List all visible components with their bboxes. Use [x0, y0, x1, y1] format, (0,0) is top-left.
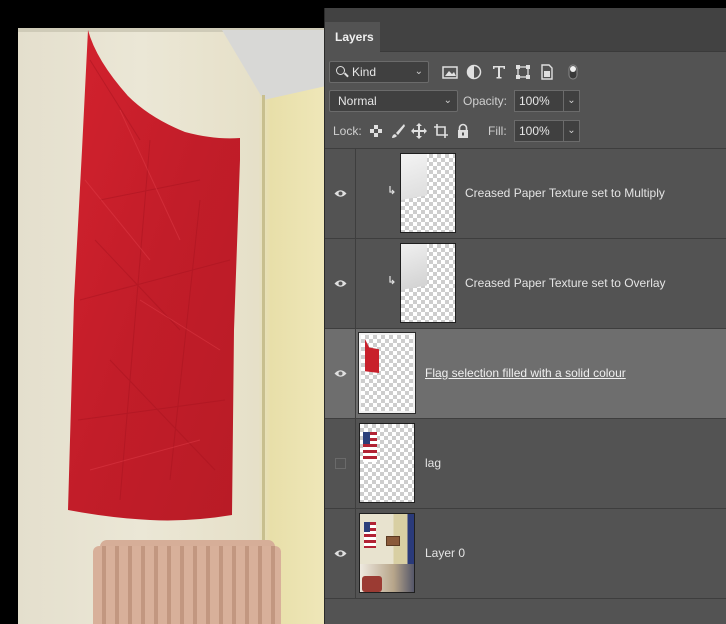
- lock-image-pixels-icon[interactable]: [390, 123, 406, 139]
- visibility-toggle[interactable]: [325, 509, 356, 599]
- eye-icon: [334, 280, 347, 287]
- layer-row[interactable]: lag: [325, 419, 726, 509]
- shape-filter-icon[interactable]: [515, 64, 531, 80]
- radiator: [93, 546, 281, 624]
- fill-slider-toggle[interactable]: ⌄: [564, 120, 580, 142]
- eye-icon: [334, 550, 347, 557]
- visibility-toggle[interactable]: [325, 419, 356, 509]
- lock-label: Lock:: [333, 124, 362, 138]
- clipping-mask-arrow-icon: [389, 276, 395, 285]
- pixel-filter-icon[interactable]: [442, 64, 458, 80]
- type-filter-icon[interactable]: [491, 64, 507, 80]
- chevron-down-icon: ⌄: [443, 95, 452, 106]
- lock-position-icon[interactable]: [411, 123, 427, 139]
- layer-name[interactable]: Creased Paper Texture set to Overlay: [465, 276, 666, 290]
- us-flag-thumbnail: [363, 432, 377, 462]
- eye-icon: [334, 370, 347, 377]
- lock-all-icon[interactable]: [455, 123, 471, 139]
- smart-object-filter-icon[interactable]: [539, 64, 555, 80]
- fill-input[interactable]: 100%: [514, 120, 564, 142]
- red-flag-image: [68, 30, 240, 521]
- layer-thumbnail: [359, 423, 415, 503]
- layer-name[interactable]: Layer 0: [425, 546, 465, 560]
- blend-mode-label: Normal: [338, 94, 377, 108]
- layers-panel: Layers Kind ⌄ Normal ⌄ Opacity: 100% ⌄ L…: [324, 8, 726, 624]
- panel-tab-bar: Layers: [325, 8, 726, 52]
- opacity-input[interactable]: 100%: [514, 90, 564, 112]
- layer-row[interactable]: Creased Paper Texture set to Multiply: [325, 149, 726, 239]
- visibility-off-box: [335, 458, 346, 469]
- blend-opacity-row: Normal ⌄ Opacity: 100% ⌄: [325, 88, 726, 114]
- layer-name[interactable]: Creased Paper Texture set to Multiply: [465, 186, 665, 200]
- visibility-toggle[interactable]: [325, 239, 356, 329]
- filter-toggle-icon[interactable]: [565, 64, 581, 80]
- document-canvas[interactable]: [0, 0, 326, 624]
- layer-name[interactable]: lag: [425, 456, 441, 470]
- eye-icon: [334, 190, 347, 197]
- layer-thumbnail: [400, 153, 456, 233]
- chevron-down-icon: ⌄: [414, 66, 423, 77]
- layer-row[interactable]: Layer 0: [325, 509, 726, 599]
- layers-list: Creased Paper Texture set to Multiply Cr…: [325, 148, 726, 599]
- kind-filter-label: Kind: [352, 65, 377, 79]
- blend-mode-dropdown[interactable]: Normal ⌄: [329, 90, 458, 112]
- fill-label: Fill:: [488, 124, 507, 138]
- lock-transparent-pixels-icon[interactable]: [368, 123, 384, 139]
- kind-filter-dropdown[interactable]: Kind ⌄: [329, 61, 429, 83]
- tab-layers[interactable]: Layers: [325, 22, 380, 52]
- opacity-label: Opacity:: [463, 94, 508, 108]
- layer-thumbnail: [358, 332, 416, 414]
- adjustment-filter-icon[interactable]: [466, 64, 482, 80]
- layer-name[interactable]: Flag selection filled with a solid colou…: [425, 366, 626, 380]
- visibility-toggle[interactable]: [325, 329, 356, 419]
- layer-thumbnail: [359, 513, 415, 593]
- layer-filter-row: Kind ⌄: [325, 58, 726, 86]
- search-icon: [336, 66, 345, 75]
- layer-row-selected[interactable]: Flag selection filled with a solid colou…: [325, 329, 726, 419]
- layer-row[interactable]: Creased Paper Texture set to Overlay: [325, 239, 726, 329]
- opacity-slider-toggle[interactable]: ⌄: [564, 90, 580, 112]
- layer-thumbnail: [400, 243, 456, 323]
- lock-fill-row: Lock: Fill: 100% ⌄: [325, 118, 726, 144]
- clipping-mask-arrow-icon: [389, 186, 395, 195]
- prevent-auto-nesting-icon[interactable]: [433, 123, 449, 139]
- visibility-toggle[interactable]: [325, 149, 356, 239]
